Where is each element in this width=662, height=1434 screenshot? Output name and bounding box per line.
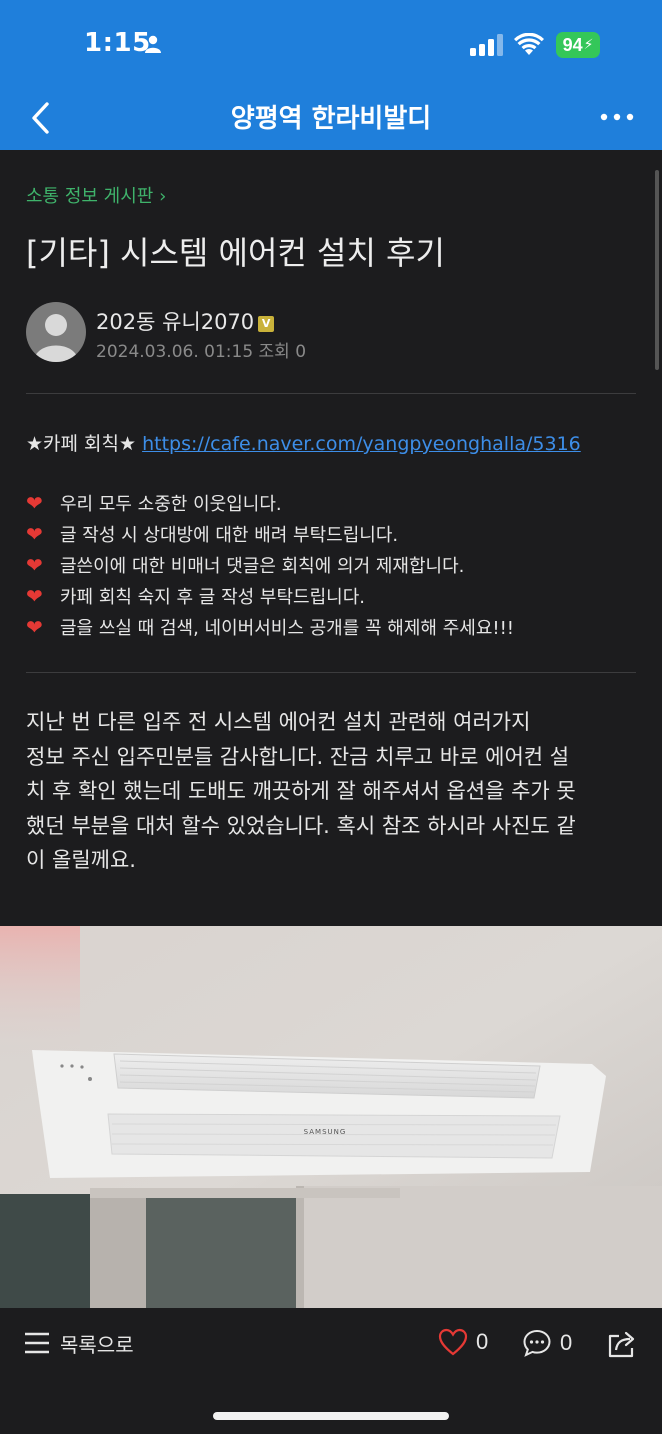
air-conditioner-photo: SAMSUNG <box>0 926 662 1308</box>
comment-button[interactable]: 0 <box>522 1328 572 1358</box>
bottom-bar: 목록으로 0 0 <box>0 1308 662 1434</box>
like-button[interactable]: 0 <box>438 1328 488 1356</box>
heart-emoji-icon: ❤ <box>26 553 43 577</box>
menu-lines-icon <box>25 1332 49 1354</box>
rule-item: ❤ 글쓴이에 대한 비매너 댓글은 회칙에 의거 제재합니다. <box>26 553 465 577</box>
home-indicator[interactable] <box>213 1412 449 1420</box>
cafe-rules-line: ★카페 회칙★ https://cafe.naver.com/yangpyeon… <box>26 433 581 455</box>
post-meta: 2024.03.06. 01:15 조회 0 <box>96 342 307 362</box>
battery-indicator: 94 ⚡ <box>556 32 600 58</box>
heart-emoji-icon: ❤ <box>26 615 43 639</box>
status-bar: 1:15 94 ⚡ <box>0 0 662 88</box>
heart-outline-icon <box>438 1328 468 1356</box>
post-body: 지난 번 다른 입주 전 시스템 에어컨 설치 관련해 여러가지 정보 주신 입… <box>26 710 576 872</box>
divider <box>26 393 636 394</box>
default-avatar-icon <box>34 314 78 362</box>
post-photo-air-conditioner[interactable]: SAMSUNG <box>0 926 662 1308</box>
scrollbar[interactable] <box>655 170 659 370</box>
list-button-label: 목록으로 <box>60 1332 134 1357</box>
rule-item: ❤ 글을 쓰실 때 검색, 네이버서비스 공개를 꼭 해제해 주세요!!! <box>26 615 515 639</box>
more-options-icon[interactable] <box>598 102 638 132</box>
person-icon <box>145 35 161 53</box>
heart-emoji-icon: ❤ <box>26 584 43 608</box>
list-button[interactable]: 목록으로 <box>24 1328 134 1358</box>
divider <box>26 672 636 673</box>
author-name[interactable]: 202동 유니2070 V <box>96 306 275 336</box>
heart-emoji-icon: ❤ <box>26 522 43 546</box>
like-count: 0 <box>476 1329 489 1354</box>
post-title: [기타] 시스템 에어컨 설치 후기 <box>26 234 445 272</box>
nav-bar: 양평역 한라비발디 <box>0 88 662 150</box>
board-breadcrumb[interactable]: 소통 정보 게시판 › <box>26 182 166 208</box>
rule-item: ❤ 우리 모두 소중한 이웃입니다. <box>26 491 282 515</box>
rule-item: ❤ 카페 회칙 숙지 후 글 작성 부탁드립니다. <box>26 584 366 608</box>
comment-count: 0 <box>560 1330 573 1355</box>
member-badge-icon: V <box>258 316 275 332</box>
heart-emoji-icon: ❤ <box>26 491 43 515</box>
header: 1:15 94 ⚡ 양평역 한라비발디 <box>0 0 662 150</box>
cafe-rules-link[interactable]: https://cafe.naver.com/yangpyeonghalla/5… <box>142 433 581 455</box>
brand-text: SAMSUNG <box>304 1128 347 1136</box>
comment-bubble-icon <box>523 1329 551 1357</box>
cafe-title: 양평역 한라비발디 <box>230 104 432 134</box>
charging-bolt-icon: ⚡ <box>583 37 594 53</box>
rule-item: ❤ 글 작성 시 상대방에 대한 배려 부탁드립니다. <box>26 522 399 546</box>
avatar[interactable] <box>26 302 86 362</box>
status-time: 1:15 <box>84 28 151 58</box>
wifi-icon <box>514 33 544 55</box>
share-icon[interactable] <box>606 1328 638 1360</box>
cellular-signal-icon <box>470 34 503 56</box>
